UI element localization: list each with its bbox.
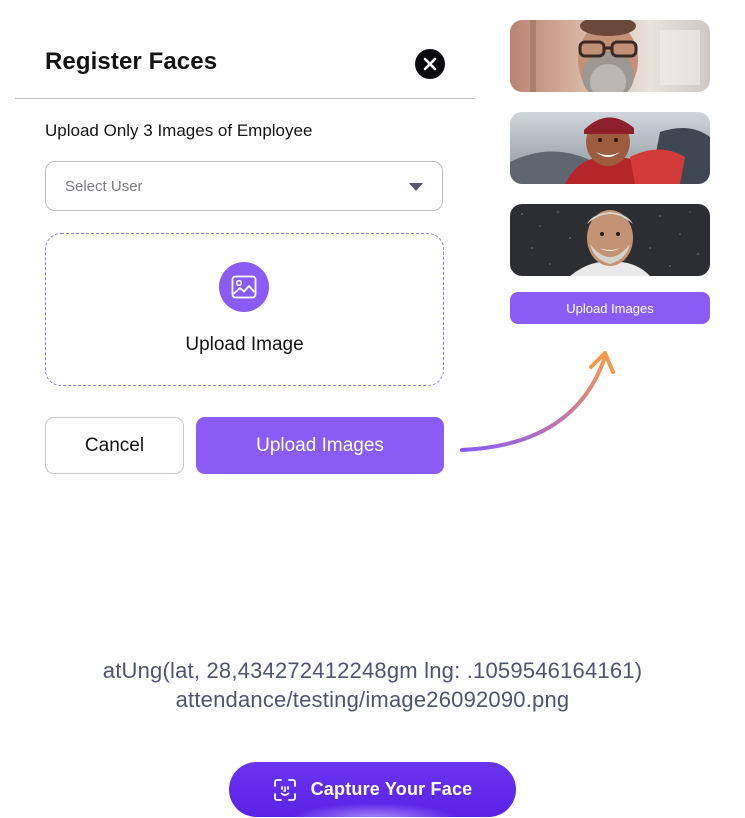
page: Register Faces Upload Only 3 Images of E… [0,0,745,818]
header-divider [15,98,475,99]
location-text: atUng(lat, 28,434272412248gm lng: .10595… [102,658,643,683]
select-user-placeholder: Select User [65,178,143,195]
instructions-text: Upload Only 3 Images of Employee [45,121,313,140]
thumbnail-2 [510,112,710,184]
upload-images-button[interactable]: Upload Images [196,417,444,474]
person-photo-icon [510,112,710,184]
close-icon [423,57,437,71]
caret-down-icon [409,183,423,191]
image-icon [219,262,269,312]
face-scan-icon [273,778,296,801]
capture-face-label: Capture Your Face [310,779,473,799]
dialog-title: Register Faces [45,48,218,75]
image-dropzone[interactable]: Upload Image [45,233,444,386]
select-user-dropdown[interactable]: Select User [45,161,443,211]
cancel-button[interactable]: Cancel [45,417,184,474]
thumbnail-3 [510,204,710,276]
thumbnail-1 [510,20,710,92]
dropzone-label: Upload Image [185,334,304,355]
file-path-text: attendance/testing/image26092090.png [175,687,570,712]
capture-metadata: atUng(lat, 28,434272412248gm lng: .10595… [0,656,745,714]
capture-face-button[interactable]: Capture Your Face [229,762,516,817]
person-photo-icon [510,204,710,276]
preview-upload-images-button[interactable]: Upload Images [510,292,710,324]
close-button[interactable] [415,49,445,79]
curved-arrow-icon [460,351,615,452]
person-photo-icon [510,20,710,92]
